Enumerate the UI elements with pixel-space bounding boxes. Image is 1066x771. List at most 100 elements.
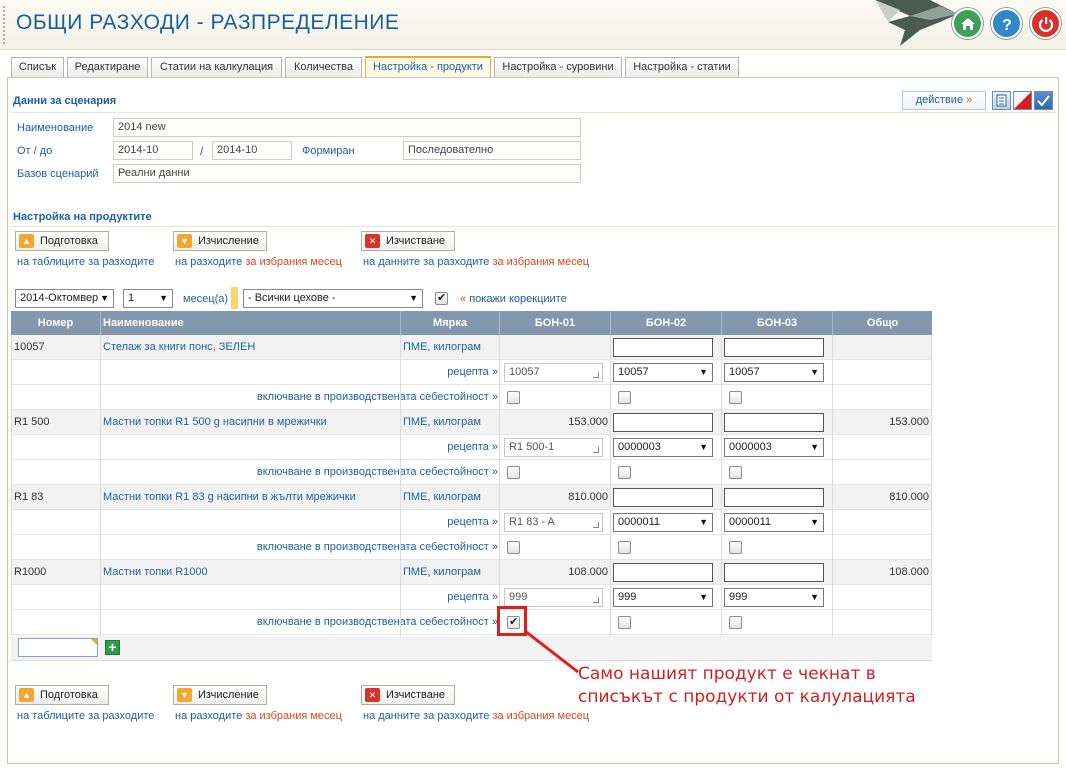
recipe-value: 999 [618,591,637,603]
include-checkbox-bon-01[interactable] [507,541,520,554]
link-arrow: » [491,591,498,603]
bon-03-input[interactable] [724,338,824,357]
include-checkbox-bon-02[interactable] [618,466,631,479]
product-name[interactable]: Стелаж за книги понс, ЗЕЛЕН [103,341,255,353]
include-checkbox-bon-02[interactable] [618,541,631,554]
product-name[interactable]: Мастни топки R1 500 g насипни в мрежички [103,416,327,428]
recipe-link[interactable]: рецепта » [101,591,498,603]
show-corrections-link[interactable]: « покажи корекциите [460,293,567,305]
recipe-value: 0000003 [618,441,661,453]
prepare-button[interactable]: ▲ Подготовка [15,231,109,251]
include-label: включване в производствената себестойнос… [256,541,489,553]
bon-02-input[interactable] [613,338,713,357]
prepare-button-bottom[interactable]: ▲ Подготовка [15,685,109,705]
new-product-input[interactable] [18,638,98,657]
help-button[interactable]: ? [991,8,1022,39]
recipe-textarea-bon-01[interactable]: R1 83 - A [504,513,603,532]
recipe-select-bon-02[interactable]: 999 ▼ [613,588,713,607]
link-arrow: » [491,366,498,378]
calculate-button[interactable]: ▼ Изчисление [173,231,267,251]
logout-button[interactable] [1030,8,1061,39]
clear-button[interactable]: ✕ Изчистване [361,231,455,251]
calculate-link[interactable]: на разходите за избрания месец [175,256,342,268]
tab-settings-products[interactable]: Настройка - продукти [365,56,491,77]
include-checkbox-bon-03[interactable] [729,541,742,554]
product-number: R1 500 [14,416,50,428]
bon-02-input[interactable] [613,413,713,432]
print-button[interactable] [992,91,1011,110]
show-corrections-checkbox[interactable] [435,291,448,305]
clear-link-bottom[interactable]: на данните за разходите за избрания месе… [363,710,589,722]
recipe-textarea-bon-01[interactable]: 10057 [504,363,603,382]
tab-edit[interactable]: Редактиране [67,57,148,77]
arrow-down-icon: ▼ [177,688,192,702]
home-button[interactable] [952,8,983,39]
calc-link-a: на разходите [175,256,246,268]
chevron-down-icon: ▼ [699,367,708,377]
col-bon-02: БОН-02 [611,311,722,335]
recipe-select-bon-02[interactable]: 0000003 ▼ [613,438,713,457]
include-link[interactable]: включване в производствената себестойнос… [101,391,498,403]
include-checkbox-bon-02[interactable] [618,391,631,404]
column-divider [610,335,611,660]
include-checkbox-bon-03[interactable] [729,616,742,629]
from-field[interactable]: 2014-10 [113,141,193,160]
recipe-select-bon-02[interactable]: 0000011 ▼ [613,513,713,532]
workshop-select[interactable]: - Всички цехове - ▼ [243,289,423,308]
product-name[interactable]: Мастни топки R1000 [103,566,208,578]
bon-03-input[interactable] [724,413,824,432]
clear-button-bottom[interactable]: ✕ Изчистване [361,685,455,705]
include-checkbox-bon-01[interactable] [507,391,520,404]
recipe-value: 0000011 [729,516,772,528]
bon-03-input[interactable] [724,563,824,582]
recipe-link[interactable]: рецепта » [101,441,498,453]
month-select[interactable]: 2014-Октомвер ▼ [15,289,114,308]
home-icon [960,17,975,30]
include-checkbox-bon-03[interactable] [729,391,742,404]
add-product-button[interactable]: + [105,640,120,655]
calculate-button-bottom[interactable]: ▼ Изчисление [173,685,267,705]
confirm-button[interactable] [1034,91,1053,110]
to-field[interactable]: 2014-10 [212,141,292,160]
clear-link[interactable]: на данните за разходите за избрания месе… [363,256,589,268]
app-title: ОБЩИ РАЗХОДИ - РАЗПРЕДЕЛЕНИЕ [16,11,400,34]
action-menu-button[interactable]: действие » [902,91,986,110]
recipe-select-bon-03[interactable]: 999 ▼ [724,588,824,607]
recipe-textarea-bon-01[interactable]: R1 500-1 [504,438,603,457]
recipe-select-bon-03[interactable]: 0000003 ▼ [724,438,824,457]
show-corrections-label: покажи корекциите [469,293,567,305]
recipe-link[interactable]: рецепта » [101,366,498,378]
base-scenario-field[interactable]: Реални данни [113,164,581,183]
bon-02-input[interactable] [613,563,713,582]
recipe-select-bon-02[interactable]: 10057 ▼ [613,363,713,382]
link-arrow: » [491,466,498,478]
name-field[interactable]: 2014 new [113,118,581,137]
column-divider [721,335,722,660]
include-checkbox-bon-01[interactable] [507,466,520,479]
tab-quantities[interactable]: Количества [285,57,362,77]
month-count-select[interactable]: 1 ▼ [123,289,173,308]
bon-03-input[interactable] [724,488,824,507]
include-checkbox-bon-03[interactable] [729,466,742,479]
prepare-link-bottom[interactable]: на таблиците за разходите [17,710,154,722]
calculate-link-bottom[interactable]: на разходите за избрания месец [175,710,342,722]
formed-field[interactable]: Последователно [403,141,581,160]
recipe-textarea-bon-01[interactable]: 999 [504,588,603,607]
include-link[interactable]: включване в производствената себестойнос… [101,616,498,628]
tab-calc-items[interactable]: Статии на калкулация [151,57,282,77]
power-icon [1038,16,1053,32]
include-link[interactable]: включване в производствената себестойнос… [101,466,498,478]
tab-settings-items[interactable]: Настройка - статии [625,57,739,77]
product-name[interactable]: Мастни топки R1 83 g насипни в жълти мре… [103,491,356,503]
recipe-link[interactable]: рецепта » [101,516,498,528]
tab-settings-materials[interactable]: Настройка - суровини [494,57,622,77]
recipe-select-bon-03[interactable]: 0000011 ▼ [724,513,824,532]
recipe-select-bon-03[interactable]: 10057 ▼ [724,363,824,382]
bon-02-input[interactable] [613,488,713,507]
include-checkbox-bon-02[interactable] [618,616,631,629]
prepare-link[interactable]: на таблиците за разходите [17,256,154,268]
table-footer [11,636,932,661]
include-link[interactable]: включване в производствената себестойнос… [101,541,498,553]
cancel-button[interactable] [1013,91,1032,110]
tab-list[interactable]: Списък [11,57,64,77]
